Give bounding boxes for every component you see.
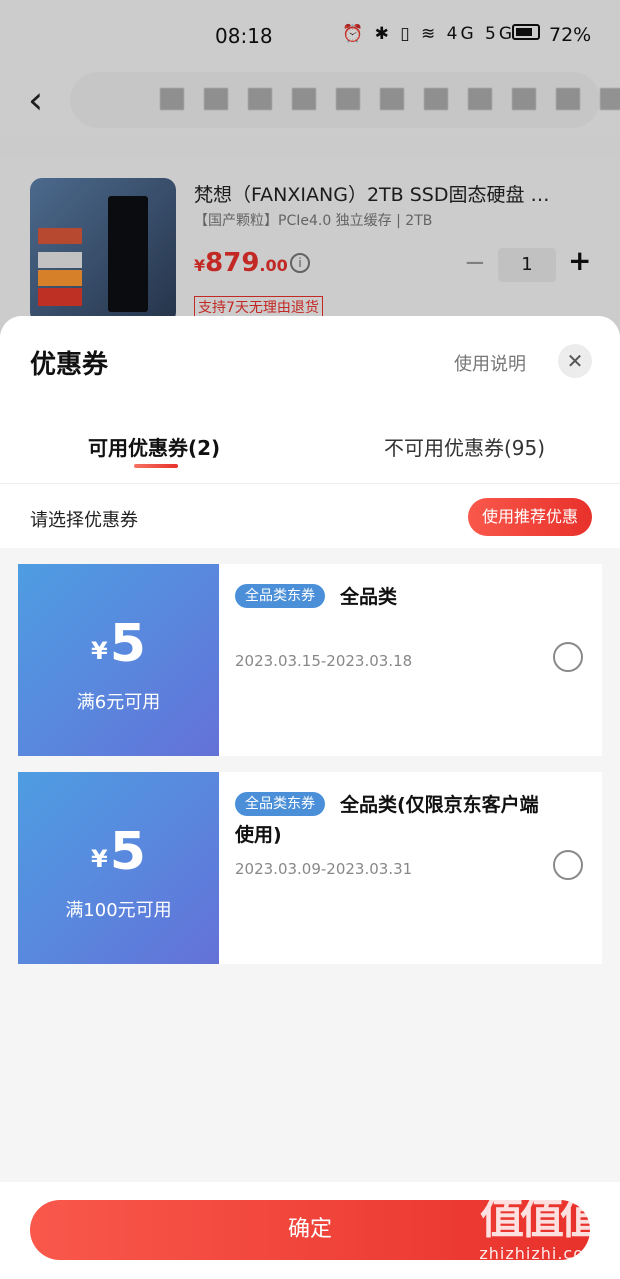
dim-overlay[interactable] (0, 0, 620, 340)
use-recommended-button[interactable]: 使用推荐优惠 (468, 498, 592, 536)
watermark-logo: 值值值 (480, 1193, 604, 1244)
coupon-value-panel: ¥5 满100元可用 (14, 772, 219, 964)
coupon-amount: ¥5 (91, 614, 146, 674)
active-tab-indicator (134, 464, 178, 468)
sheet-header: 优惠券 使用说明 ✕ 可用优惠券(2) 不可用优惠券(95) 请选择优惠券 使用… (0, 316, 620, 548)
sheet-title: 优惠券 (30, 350, 109, 380)
coupon-radio[interactable] (553, 642, 583, 672)
coupon-name: 全品类(仅限京东客户端 (340, 794, 539, 816)
coupon-amount: ¥5 (91, 822, 146, 882)
tab-available-coupons[interactable]: 可用优惠券(2) (88, 432, 220, 461)
coupon-sheet: 优惠券 使用说明 ✕ 可用优惠券(2) 不可用优惠券(95) 请选择优惠券 使用… (0, 316, 620, 1279)
close-icon[interactable]: ✕ (558, 344, 592, 378)
select-coupon-hint: 请选择优惠券 (30, 510, 138, 531)
coupon-category-badge: 全品类东券 (235, 584, 325, 608)
coupon-radio[interactable] (553, 850, 583, 880)
coupon-name: 全品类 (340, 586, 398, 608)
coupon-value-panel: ¥5 满6元可用 (14, 564, 219, 756)
coupon-name-continued: 使用) (235, 824, 282, 846)
coupon-category-badge: 全品类东券 (235, 792, 325, 816)
coupon-card[interactable]: ¥5 满6元可用 全品类东券 全品类 2023.03.15-2023.03.18 (14, 564, 602, 756)
watermark: 值值值 zhizhizhi.com (470, 1193, 610, 1264)
coupon-validity: 2023.03.09-2023.03.31 (235, 860, 413, 878)
tab-unavailable-coupons[interactable]: 不可用优惠券(95) (384, 432, 545, 461)
divider (0, 483, 620, 484)
coupon-threshold: 满6元可用 (76, 692, 161, 713)
coupon-validity: 2023.03.15-2023.03.18 (235, 652, 413, 670)
usage-help-link[interactable]: 使用说明 (454, 350, 526, 376)
watermark-url: zhizhizhi.com (479, 1244, 601, 1263)
background-page: 08:18 ⏰ ✱ ▯ ≋ 4G 5G 72% ‹ 梵想（FANXIANG）2T… (0, 0, 620, 340)
coupon-card[interactable]: ¥5 满100元可用 全品类东券 全品类(仅限京东客户端 使用) 2023.03… (14, 772, 602, 964)
coupon-threshold: 满100元可用 (65, 900, 172, 921)
